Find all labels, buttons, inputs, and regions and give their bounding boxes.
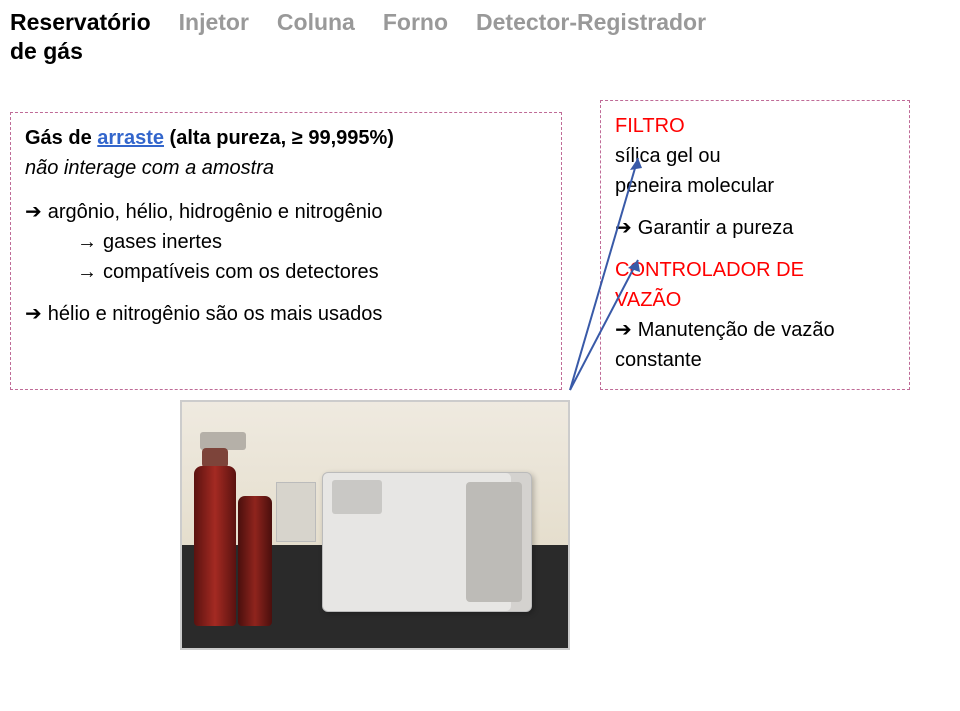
left-subhead: não interage com a amostra xyxy=(25,153,547,183)
left-title-suffix: (alta pureza, ≥ 99,995%) xyxy=(164,127,394,149)
header-reservatorio: Reservatório de gás xyxy=(10,8,151,66)
arrow-right-icon: ➔ xyxy=(25,197,42,227)
equipment-photo xyxy=(180,400,570,650)
left-line3-text: compatíveis com os detectores xyxy=(103,257,379,287)
vazao-label1: CONTROLADOR DE xyxy=(615,255,895,285)
content-row: Gás de arraste (alta pureza, ≥ 99,995%) … xyxy=(0,66,960,390)
arrow-right-icon: ➔ xyxy=(615,213,632,243)
right-box: FILTRO sílica gel ou peneira molecular ➔… xyxy=(600,100,910,390)
header-reservatorio-l2: de gás xyxy=(10,37,151,66)
header-coluna: Coluna xyxy=(277,8,355,37)
left-line3: → compatíveis com os detectores xyxy=(25,257,547,287)
left-title-prefix: Gás de xyxy=(25,127,97,149)
header-injetor: Injetor xyxy=(179,8,249,37)
left-line2: → gases inertes xyxy=(25,227,547,257)
arrow-right-icon: ➔ xyxy=(615,315,632,345)
left-line1: ➔ argônio, hélio, hidrogênio e nitrogêni… xyxy=(25,197,547,227)
filtro-label: FILTRO xyxy=(615,111,895,141)
arrow-right-icon: → xyxy=(77,257,97,287)
garantir-line: ➔ Garantir a pureza xyxy=(615,213,895,243)
header-forno: Forno xyxy=(383,8,448,37)
header-detector: Detector-Registrador xyxy=(476,8,706,37)
vazao-label2: VAZÃO xyxy=(615,285,895,315)
garantir-text: Garantir a pureza xyxy=(638,213,794,243)
left-title: Gás de arraste (alta pureza, ≥ 99,995%) xyxy=(25,123,547,153)
arrow-right-icon: ➔ xyxy=(25,299,42,329)
left-line1-text: argônio, hélio, hidrogênio e nitrogênio xyxy=(48,197,383,227)
vazao-text1: Manutenção de vazão xyxy=(638,315,835,345)
filtro-text2: peneira molecular xyxy=(615,171,895,201)
left-box: Gás de arraste (alta pureza, ≥ 99,995%) … xyxy=(10,112,562,390)
vazao-text2: constante xyxy=(615,345,895,375)
left-line4: ➔ hélio e nitrogênio são os mais usados xyxy=(25,299,547,329)
left-line2-text: gases inertes xyxy=(103,227,222,257)
left-line4-text: hélio e nitrogênio são os mais usados xyxy=(48,299,383,329)
header-row: Reservatório de gás Injetor Coluna Forno… xyxy=(0,0,960,66)
filtro-text1: sílica gel ou xyxy=(615,141,895,171)
header-reservatorio-l1: Reservatório xyxy=(10,8,151,37)
vazao-line: ➔ Manutenção de vazão xyxy=(615,315,895,345)
arrow-right-icon: → xyxy=(77,227,97,257)
left-title-link: arraste xyxy=(97,127,164,149)
